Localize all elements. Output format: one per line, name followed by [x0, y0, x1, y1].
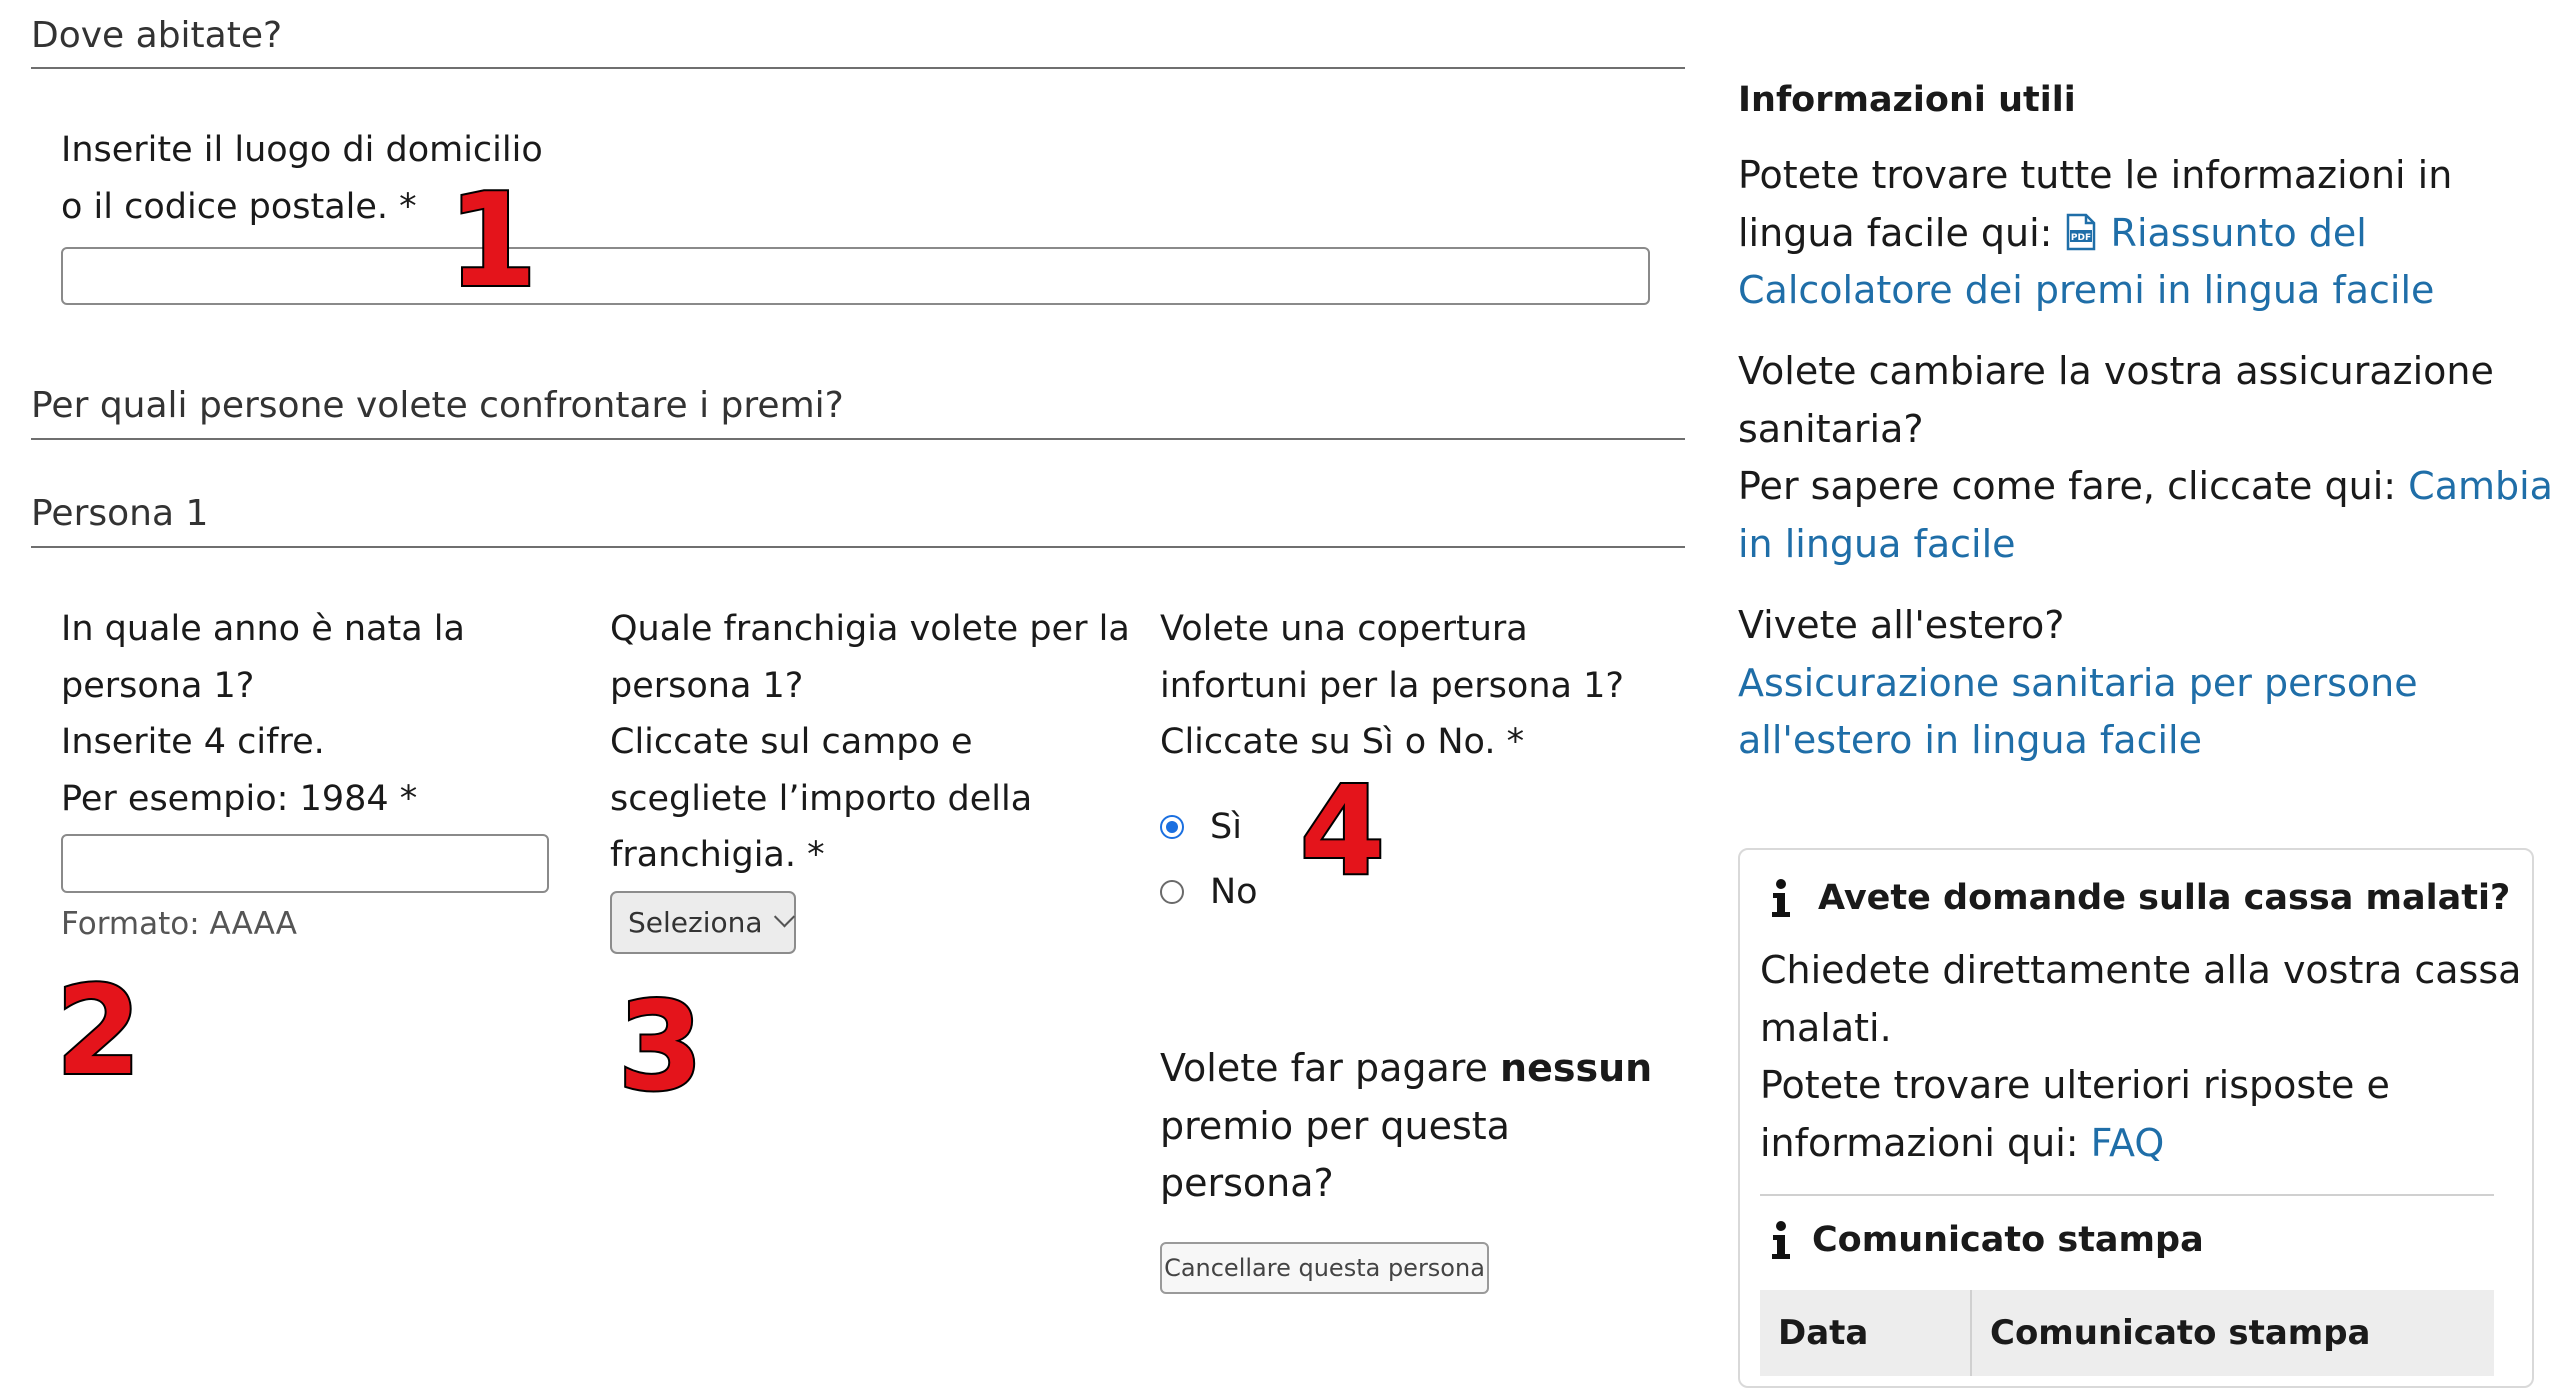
accident-label-line3: Cliccate su Sì o No. * [1160, 722, 1525, 762]
questions-card-divider [1760, 1194, 2494, 1196]
questions-card-text: Chiedete direttamente alla vostra cassa … [1760, 942, 2521, 1172]
info-icon [1772, 1221, 1790, 1259]
abroad-line1: Vivete all'estero? [1738, 603, 2065, 647]
franchise-label-line3: Cliccate sul campo e [610, 722, 973, 762]
accident-label-line1: Volete una copertura [1160, 609, 1528, 649]
change-insurance-line3: Per sapere come fare, cliccate qui: Camb… [1738, 458, 2556, 516]
marker-2: 2 [54, 960, 143, 1102]
marker-3: 3 [616, 976, 705, 1118]
info-icon [1772, 879, 1790, 917]
residence-input[interactable] [61, 247, 1650, 305]
chevron-down-icon [773, 906, 795, 928]
useful-info-title: Informazioni utili [1738, 80, 2076, 120]
easy-summary-pdf-link-part2[interactable]: Calcolatore dei premi in lingua facile [1738, 262, 2452, 320]
accident-label-line2: infortuni per la persona 1? [1160, 665, 1624, 706]
no-premium-line1: Volete far pagare nessun [1160, 1040, 1652, 1098]
press-release-header: Comunicato stampa [1768, 1220, 2204, 1260]
residence-heading-rule [31, 67, 1685, 69]
persons-heading-rule [31, 438, 1685, 440]
useful-info-line2: lingua facile qui: PDF Riassunto del [1738, 205, 2452, 263]
person1-heading-rule [31, 546, 1685, 548]
birth-year-label-line1: In quale anno è nata la [61, 609, 465, 649]
change-insurance-prefix: Per sapere come fare, cliccate qui: [1738, 464, 2409, 508]
no-premium-text: Volete far pagare [1160, 1046, 1501, 1090]
accident-radio-no[interactable] [1160, 880, 1184, 904]
premium-calculator-page: Dove abitate? Inserite il luogo di domic… [0, 0, 2556, 1388]
residence-heading: Dove abitate? [31, 15, 283, 56]
persons-heading: Per quali persone volete confrontare i p… [31, 385, 844, 426]
accident-option-no-label: No [1210, 872, 1258, 912]
change-insurance-text: Volete cambiare la vostra assicurazione … [1738, 343, 2556, 573]
birth-year-input[interactable] [61, 834, 549, 893]
accident-option-yes-label: Sì [1210, 807, 1242, 847]
franchise-label-line4: scegliete l’importo della [610, 778, 1033, 819]
abroad-link-part2[interactable]: all'estero in lingua facile [1738, 712, 2418, 770]
delete-person-button[interactable]: Cancellare questa persona [1160, 1242, 1489, 1294]
marker-4: 4 [1298, 760, 1387, 902]
press-release-title: Comunicato stampa [1812, 1220, 2204, 1260]
franchise-label-line1: Quale franchigia volete per la [610, 609, 1130, 649]
birth-year-label-line2: persona 1? [61, 665, 255, 706]
questions-card: Avete domande sulla cassa malati? Chiede… [1738, 848, 2534, 1388]
accident-label: Volete una copertura infortuni per la pe… [1160, 601, 1624, 771]
change-insurance-link-part2[interactable]: in lingua facile [1738, 516, 2556, 574]
abroad-link-part1[interactable]: Assicurazione sanitaria per persone [1738, 655, 2418, 713]
change-insurance-line1: Volete cambiare la vostra assicurazione [1738, 349, 2494, 393]
svg-text:PDF: PDF [2070, 233, 2090, 243]
accident-option-yes[interactable]: Sì [1160, 805, 1242, 849]
questions-card-line4: informazioni qui: FAQ [1760, 1115, 2521, 1173]
questions-card-title: Avete domande sulla cassa malati? [1818, 878, 2511, 918]
franchise-select[interactable]: Seleziona [610, 891, 796, 954]
questions-card-line1: Chiedete direttamente alla vostra cassa [1760, 948, 2522, 992]
birth-year-label-line3: Inserite 4 cifre. [61, 722, 325, 762]
useful-info-text: Potete trovare tutte le informazioni in … [1738, 147, 2452, 320]
accident-radio-yes[interactable] [1160, 815, 1184, 839]
questions-card-line3: Potete trovare ulteriori risposte e [1760, 1063, 2390, 1107]
franchise-label: Quale franchigia volete per la persona 1… [610, 601, 1130, 884]
marker-1: 1 [446, 167, 539, 316]
easy-summary-pdf-link-part1: Riassunto del [2110, 210, 2367, 255]
no-premium-line3: persona? [1160, 1161, 1334, 1205]
easy-summary-pdf-link[interactable]: PDF Riassunto del [2065, 211, 2367, 255]
useful-info-line1: Potete trovare tutte le informazioni in [1738, 153, 2453, 197]
change-insurance-line2: sanitaria? [1738, 406, 1924, 451]
faq-link[interactable]: FAQ [2091, 1121, 2165, 1165]
birth-year-label-line4: Per esempio: 1984 * [61, 778, 418, 819]
change-insurance-link[interactable]: Cambiare [2408, 464, 2556, 508]
table-header-press-release: Comunicato stampa [1990, 1313, 2371, 1353]
pdf-icon: PDF [2066, 213, 2095, 250]
questions-card-line2: malati. [1760, 1005, 1892, 1050]
no-premium-question: Volete far pagare nessun premio per ques… [1160, 1040, 1652, 1213]
birth-year-format-hint: Formato: AAAA [61, 906, 297, 942]
birth-year-label: In quale anno è nata la persona 1? Inser… [61, 601, 465, 827]
no-premium-line2: premio per questa [1160, 1103, 1510, 1148]
useful-info-prefix: lingua facile qui: [1738, 210, 2065, 255]
abroad-text: Vivete all'estero? Assicurazione sanitar… [1738, 597, 2418, 770]
table-header-date: Data [1760, 1290, 1972, 1376]
franchise-label-line2: persona 1? [610, 665, 804, 706]
questions-card-header: Avete domande sulla cassa malati? [1768, 878, 2510, 918]
press-release-table-header: Data Comunicato stampa [1760, 1290, 2494, 1376]
accident-option-no[interactable]: No [1160, 870, 1258, 914]
no-premium-bold: nessun [1500, 1046, 1653, 1090]
franchise-select-value: Seleziona [628, 906, 763, 939]
questions-card-prefix: informazioni qui: [1760, 1120, 2091, 1165]
person1-heading: Persona 1 [31, 493, 209, 534]
franchise-label-line5: franchigia. * [610, 835, 825, 875]
